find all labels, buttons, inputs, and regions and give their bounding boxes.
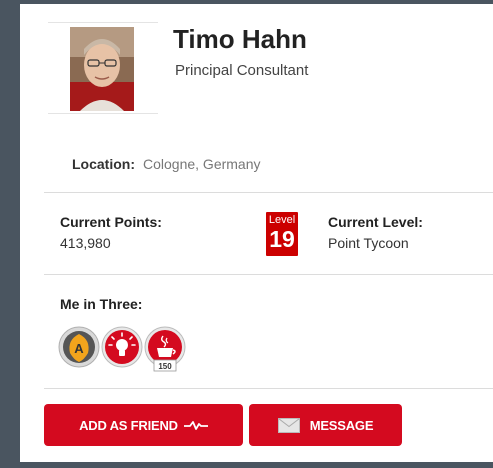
me-in-three-label: Me in Three: [60, 296, 143, 312]
location-label: Location: [72, 156, 135, 172]
profile-header: Timo Hahn Principal Consultant [48, 22, 488, 114]
pulse-icon [183, 421, 208, 430]
profile-name: Timo Hahn [173, 24, 307, 54]
lightbulb-badge-icon[interactable] [101, 326, 143, 374]
level-badge-number: 19 [269, 226, 295, 252]
level-label: Current Level: [328, 214, 423, 230]
add-as-friend-label: ADD AS FRIEND [79, 417, 178, 433]
java-badge-icon[interactable]: 150 [144, 326, 186, 374]
add-as-friend-button[interactable]: ADD AS FRIEND [44, 404, 243, 446]
divider [44, 274, 493, 275]
profile-title: Principal Consultant [175, 62, 309, 79]
acorn-badge-icon[interactable]: A [58, 326, 100, 374]
acorn-badge-letter: A [74, 341, 84, 356]
divider [44, 192, 493, 193]
level-badge: Level 19 [266, 212, 298, 256]
points-value: 413,980 [60, 235, 111, 251]
profile-card: Timo Hahn Principal Consultant Location:… [14, 4, 493, 462]
level-value: Point Tycoon [328, 235, 409, 251]
location-row: Location: Cologne, Germany [72, 156, 261, 172]
message-button[interactable]: MESSAGE [249, 404, 402, 446]
user-photo-icon [70, 27, 134, 111]
location-value: Cologne, Germany [143, 156, 261, 172]
java-badge-caption: 150 [158, 362, 172, 371]
message-label: MESSAGE [309, 417, 374, 433]
points-label: Current Points: [60, 214, 162, 230]
divider [44, 388, 493, 389]
avatar[interactable] [48, 22, 158, 114]
envelope-icon [277, 417, 300, 433]
